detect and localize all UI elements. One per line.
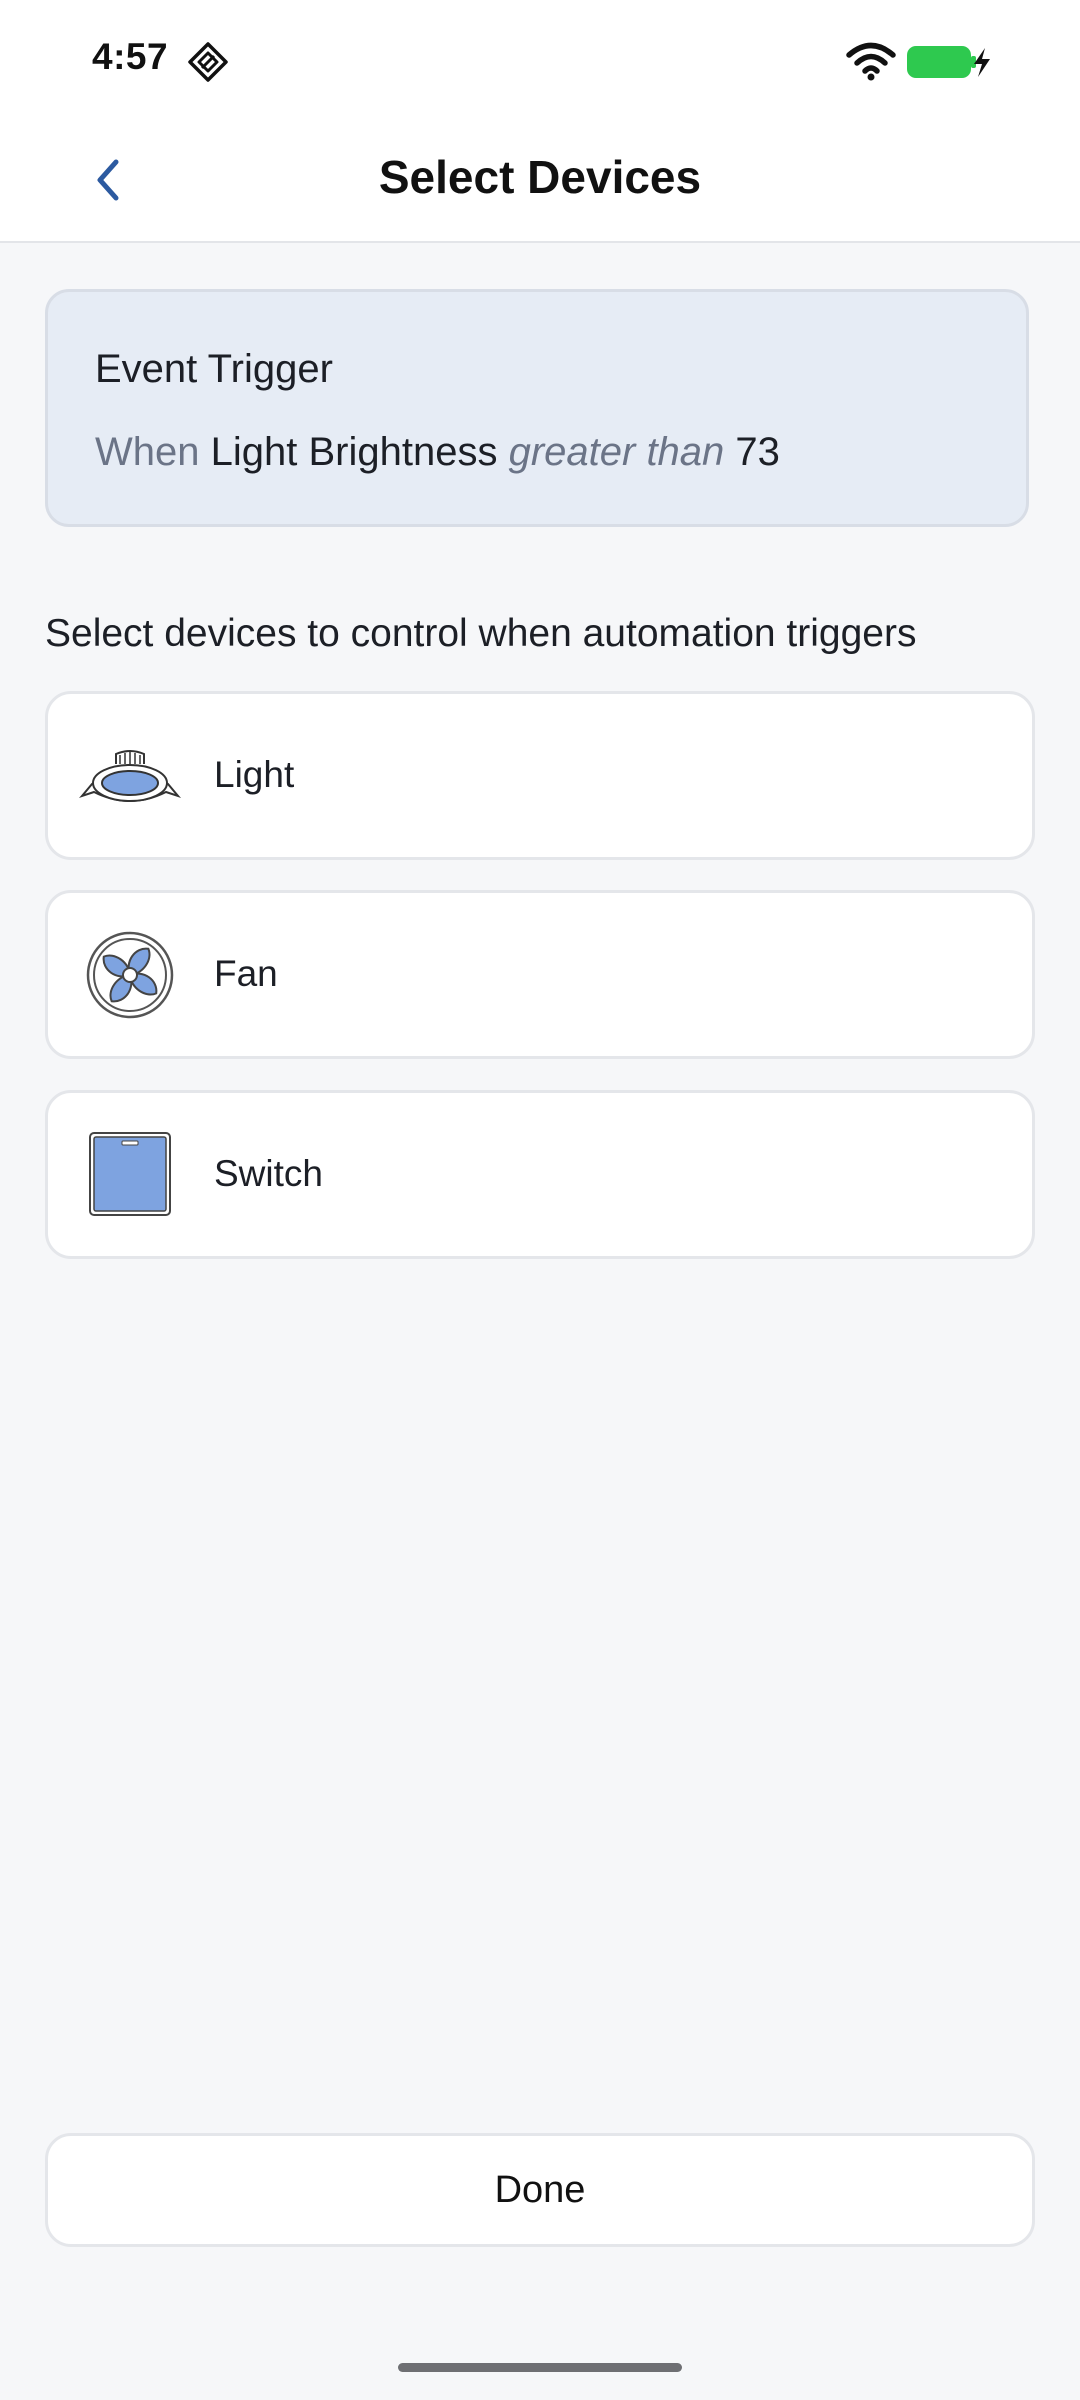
event-trigger-card: Event Trigger When Light Brightness grea… bbox=[45, 289, 1029, 527]
battery-charging-icon bbox=[907, 46, 990, 78]
trigger-subject: Light Brightness bbox=[210, 430, 498, 474]
device-label-light: Light bbox=[214, 754, 295, 795]
trigger-value: 73 bbox=[735, 430, 780, 474]
page-title: Select Devices bbox=[378, 151, 702, 203]
home-indicator[interactable] bbox=[398, 2363, 682, 2372]
wall-switch-icon bbox=[89, 1132, 171, 1216]
ceiling-light-icon bbox=[78, 750, 182, 802]
status-bar: 4:57 bbox=[0, 0, 1080, 120]
fan-icon bbox=[86, 931, 174, 1019]
section-label: Select devices to control when automatio… bbox=[45, 612, 917, 655]
diamond-app-icon bbox=[188, 42, 228, 82]
trigger-heading: Event Trigger bbox=[95, 347, 333, 391]
device-label-fan: Fan bbox=[214, 953, 278, 994]
device-label-switch: Switch bbox=[214, 1153, 323, 1194]
status-time: 4:57 bbox=[92, 36, 169, 77]
header: Select Devices bbox=[0, 120, 1080, 243]
device-item-fan[interactable]: Fan bbox=[45, 890, 1035, 1059]
trigger-when: When bbox=[95, 430, 200, 474]
device-item-light[interactable]: Light bbox=[45, 691, 1035, 860]
wifi-icon bbox=[846, 42, 896, 81]
done-button[interactable]: Done bbox=[45, 2133, 1035, 2247]
trigger-condition: When Light Brightness greater than 73 bbox=[95, 430, 780, 475]
trigger-operator: greater than bbox=[508, 430, 725, 474]
device-item-switch[interactable]: Switch bbox=[45, 1090, 1035, 1259]
